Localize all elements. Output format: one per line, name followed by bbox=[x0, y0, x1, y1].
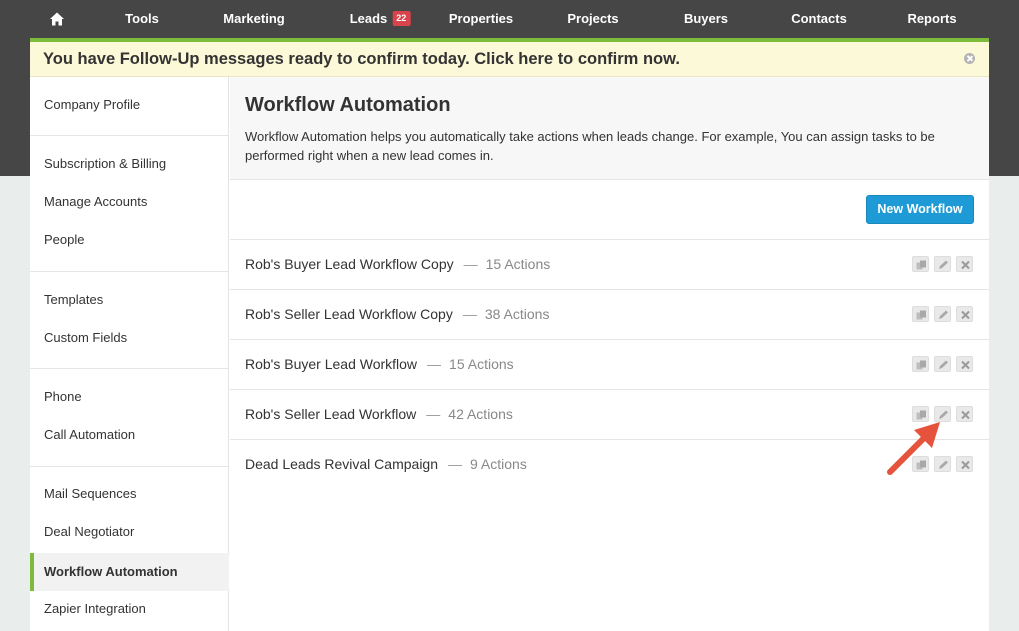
close-icon[interactable] bbox=[956, 256, 973, 272]
sidebar-item-company-profile[interactable]: Company Profile bbox=[30, 86, 229, 124]
content-panel: You have Follow-Up messages ready to con… bbox=[30, 38, 989, 631]
new-workflow-button[interactable]: New Workflow bbox=[866, 195, 974, 224]
workflow-action-count: 15 Actions bbox=[485, 256, 551, 272]
sidebar-item-workflow-automation[interactable]: Workflow Automation bbox=[30, 553, 229, 591]
workflow-separator: — bbox=[427, 356, 442, 372]
workflow-row: Rob's Buyer Lead Workflow Copy — 15 Action… bbox=[230, 240, 989, 290]
home-icon[interactable] bbox=[50, 12, 64, 26]
pencil-icon[interactable] bbox=[934, 456, 951, 472]
nav-tools[interactable]: Tools bbox=[125, 0, 159, 38]
sidebar-divider bbox=[30, 135, 229, 136]
page-description: Workflow Automation helps you automatica… bbox=[245, 129, 935, 163]
workflow-name: Dead Leads Revival Campaign bbox=[245, 456, 438, 472]
top-navigation: Tools Marketing Leads 22 Properties Proje… bbox=[0, 0, 1019, 38]
workflow-name: Rob's Seller Lead Workflow Copy bbox=[245, 306, 453, 322]
close-icon[interactable] bbox=[956, 406, 973, 422]
page-title: Workflow Automation bbox=[245, 94, 451, 116]
sidebar-item-subscription-billing[interactable]: Subscription & Billing bbox=[30, 145, 229, 183]
sidebar-item-manage-accounts[interactable]: Manage Accounts bbox=[30, 183, 229, 221]
copy-icon[interactable] bbox=[912, 256, 929, 272]
page-header: Workflow Automation Workflow Automation … bbox=[230, 77, 989, 180]
workflow-separator: — bbox=[426, 406, 441, 422]
followup-banner-text[interactable]: You have Follow-Up messages ready to con… bbox=[43, 42, 680, 76]
workflow-action-count: 42 Actions bbox=[448, 406, 513, 422]
pencil-icon[interactable] bbox=[934, 406, 951, 422]
workflow-separator: — bbox=[448, 456, 462, 472]
pencil-icon[interactable] bbox=[934, 256, 951, 272]
sidebar-item-custom-fields[interactable]: Custom Fields bbox=[30, 319, 229, 357]
sidebar-item-zapier-integration[interactable]: Zapier Integration bbox=[30, 590, 229, 628]
nav-leads[interactable]: Leads 22 bbox=[350, 0, 411, 38]
workflow-link[interactable]: Dead Leads Revival Campaign — 9 Actions bbox=[245, 440, 527, 488]
nav-leads-label: Leads bbox=[349, 11, 388, 26]
followup-banner[interactable]: You have Follow-Up messages ready to con… bbox=[30, 42, 989, 77]
toolbar: New Workflow bbox=[230, 180, 989, 240]
settings-sidebar: Company Profile Subscription & Billing M… bbox=[30, 77, 229, 631]
workflow-action-count: 15 Actions bbox=[449, 356, 514, 372]
sidebar-item-deal-negotiator[interactable]: Deal Negotiator bbox=[30, 513, 229, 551]
workflow-name: Rob's Seller Lead Workflow bbox=[245, 406, 417, 422]
pencil-icon[interactable] bbox=[934, 356, 951, 372]
sidebar-divider bbox=[30, 368, 229, 369]
sidebar-item-templates[interactable]: Templates bbox=[30, 281, 229, 319]
nav-properties[interactable]: Properties bbox=[449, 0, 513, 38]
close-icon[interactable] bbox=[956, 456, 973, 472]
workflow-separator: — bbox=[463, 256, 478, 272]
sidebar-divider bbox=[30, 271, 229, 272]
close-icon[interactable] bbox=[964, 53, 975, 64]
sidebar-divider bbox=[30, 466, 229, 467]
nav-contacts[interactable]: Contacts bbox=[791, 0, 847, 38]
workflow-link[interactable]: Rob's Buyer Lead Workflow — 15 Actions bbox=[245, 340, 514, 388]
close-icon[interactable] bbox=[956, 306, 973, 322]
nav-projects[interactable]: Projects bbox=[567, 0, 618, 38]
sidebar-item-people[interactable]: People bbox=[30, 221, 229, 259]
pencil-icon[interactable] bbox=[934, 306, 951, 322]
copy-icon[interactable] bbox=[912, 406, 929, 422]
workflow-row: Rob's Buyer Lead Workflow — 15 Actions bbox=[230, 340, 989, 390]
workflow-name: Rob's Buyer Lead Workflow Copy bbox=[245, 256, 454, 272]
nav-marketing[interactable]: Marketing bbox=[223, 0, 284, 38]
workflow-link[interactable]: Rob's Seller Lead Workflow — 42 Actions bbox=[245, 390, 513, 438]
close-icon[interactable] bbox=[956, 356, 973, 372]
sidebar-item-call-automation[interactable]: Call Automation bbox=[30, 416, 229, 454]
workflow-row: Dead Leads Revival Campaign — 9 Actions bbox=[230, 440, 989, 490]
workflow-row: Rob's Seller Lead Workflow — 42 Actions bbox=[230, 390, 989, 440]
main-content: Workflow Automation Workflow Automation … bbox=[230, 77, 989, 631]
leads-count-badge: 22 bbox=[392, 11, 411, 26]
workflow-action-count: 38 Actions bbox=[484, 306, 550, 322]
workflow-action-count: 9 Actions bbox=[470, 456, 527, 472]
workflow-list: Rob's Buyer Lead Workflow Copy — 15 Action… bbox=[230, 240, 989, 490]
workflow-separator: — bbox=[462, 306, 477, 322]
nav-buyers[interactable]: Buyers bbox=[684, 0, 728, 38]
sidebar-item-phone[interactable]: Phone bbox=[30, 378, 229, 416]
workflow-row: Rob's Seller Lead Workflow Copy — 38 Actio… bbox=[230, 290, 989, 340]
workflow-name: Rob's Buyer Lead Workflow bbox=[245, 356, 418, 372]
copy-icon[interactable] bbox=[912, 456, 929, 472]
workflow-link[interactable]: Rob's Buyer Lead Workflow Copy — 15 Action… bbox=[245, 240, 550, 288]
copy-icon[interactable] bbox=[912, 306, 929, 322]
nav-reports[interactable]: Reports bbox=[907, 0, 956, 38]
copy-icon[interactable] bbox=[912, 356, 929, 372]
sidebar-item-mail-sequences[interactable]: Mail Sequences bbox=[30, 475, 229, 513]
workflow-link[interactable]: Rob's Seller Lead Workflow Copy — 38 Actio… bbox=[245, 290, 549, 338]
